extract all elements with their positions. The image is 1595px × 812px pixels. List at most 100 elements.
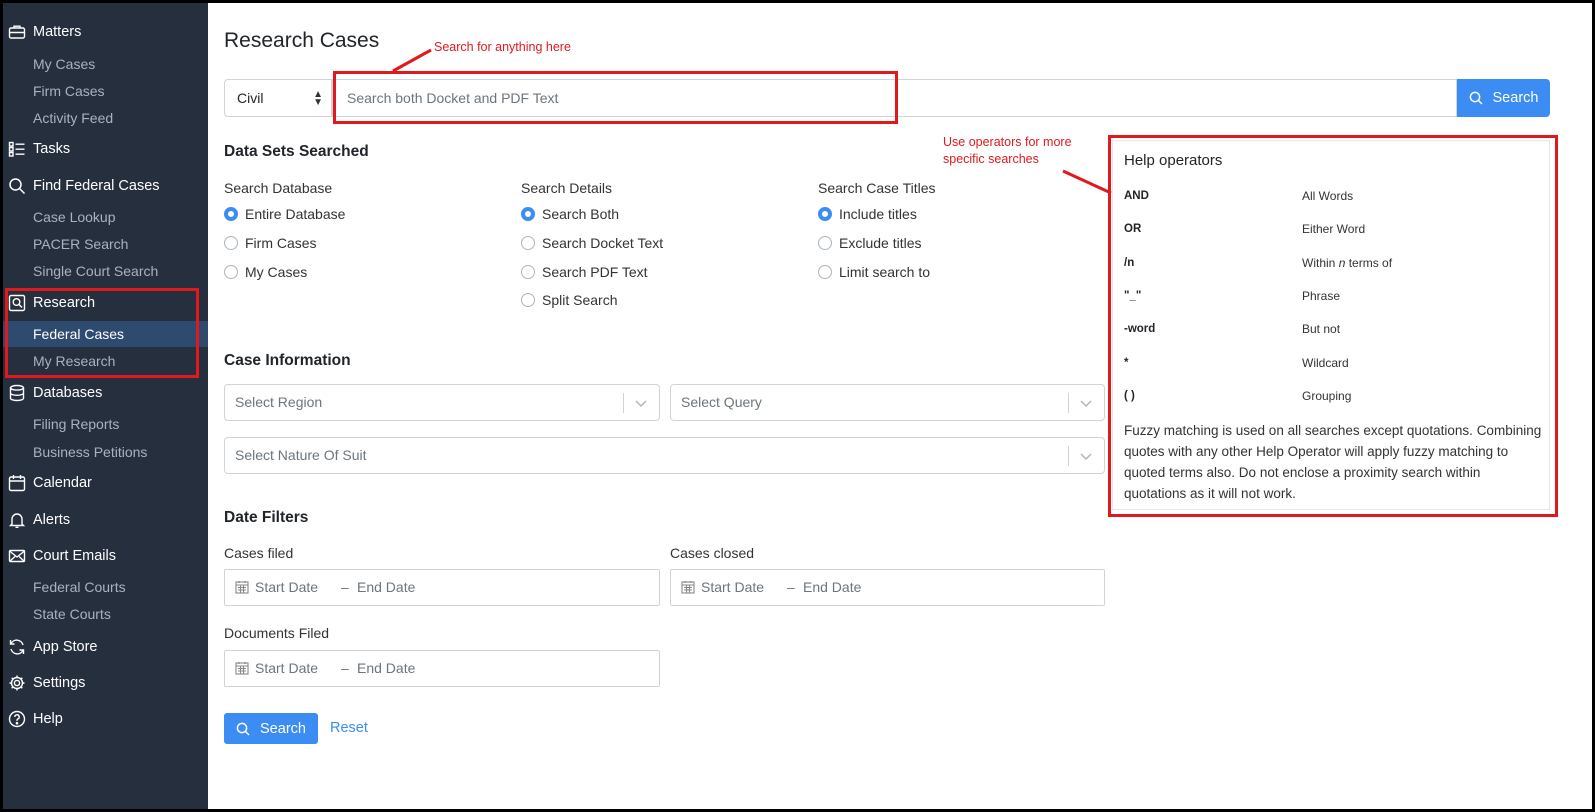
nav-single-court-search[interactable]: Single Court Search xyxy=(3,258,208,284)
cases-closed-label: Cases closed xyxy=(670,545,755,561)
radio-dot-selected xyxy=(521,207,535,221)
nav-databases[interactable]: Databases xyxy=(3,378,208,408)
nav-help[interactable]: Help xyxy=(3,704,208,734)
nav-pacer-search[interactable]: PACER Search xyxy=(3,231,208,257)
nav-tasks[interactable]: Tasks xyxy=(3,134,208,164)
documents-filed-date-range[interactable]: Start Date – End Date xyxy=(224,650,660,687)
nav-activity-feed-label: Activity Feed xyxy=(33,110,114,126)
calendar-icon xyxy=(235,581,249,594)
case-type-value: Civil xyxy=(237,90,264,106)
calendar-icon xyxy=(681,581,695,594)
envelope-icon xyxy=(8,549,26,563)
radio-firm-cases[interactable]: Firm Cases xyxy=(224,235,317,251)
nav-filing-reports[interactable]: Filing Reports xyxy=(3,411,208,437)
submit-search-button[interactable]: Search xyxy=(224,713,318,744)
search-button[interactable]: Search xyxy=(1457,79,1550,117)
radio-dot xyxy=(224,236,238,250)
nav-state-courts[interactable]: State Courts xyxy=(3,601,208,627)
nav-single-court-search-label: Single Court Search xyxy=(33,263,159,279)
research-highlight-box xyxy=(5,288,199,378)
nav-alerts[interactable]: Alerts xyxy=(3,505,208,535)
radio-label: Limit search to xyxy=(839,264,931,280)
nav-find-federal-cases-label: Find Federal Cases xyxy=(33,178,160,194)
nav-help-label: Help xyxy=(33,711,63,727)
select-query-dropdown[interactable]: Select Query xyxy=(670,384,1105,421)
question-circle-icon xyxy=(8,710,26,728)
range-dash: – xyxy=(341,660,349,676)
gear-icon xyxy=(9,675,25,691)
radio-entire-database[interactable]: Entire Database xyxy=(224,206,345,222)
radio-my-cases[interactable]: My Cases xyxy=(224,264,307,280)
nav-matters-label: Matters xyxy=(33,24,82,40)
radio-dot-selected xyxy=(224,207,238,221)
search-details-label: Search Details xyxy=(521,180,613,196)
nav-case-lookup[interactable]: Case Lookup xyxy=(3,204,208,230)
search-icon xyxy=(9,178,26,195)
radio-label: Firm Cases xyxy=(245,235,317,251)
select-nature-of-suit-placeholder: Select Nature Of Suit xyxy=(235,447,367,463)
nav-my-cases[interactable]: My Cases xyxy=(3,51,208,77)
nav-find-federal-cases[interactable]: Find Federal Cases xyxy=(3,171,208,201)
case-type-select[interactable]: Civil ▲ ▼ xyxy=(224,79,332,117)
nav-settings[interactable]: Settings xyxy=(3,668,208,698)
briefcase-icon xyxy=(8,25,26,39)
cases-closed-date-range[interactable]: Start Date – End Date xyxy=(670,569,1105,606)
nav-settings-label: Settings xyxy=(33,675,86,691)
radio-dot xyxy=(521,236,535,250)
bell-icon xyxy=(8,513,26,528)
radio-limit-search-to[interactable]: Limit search to xyxy=(818,264,930,280)
data-sets-heading: Data Sets Searched xyxy=(224,143,369,160)
select-region-placeholder: Select Region xyxy=(235,394,323,410)
task-list-icon xyxy=(8,141,25,157)
nav-calendar[interactable]: Calendar xyxy=(3,468,208,498)
operators-hint-annotation: Use operators for more specific searches xyxy=(943,135,1072,166)
nav-court-emails-label: Court Emails xyxy=(33,548,116,564)
chevron-down-icon xyxy=(1080,400,1092,408)
radio-search-pdf-text[interactable]: Search PDF Text xyxy=(521,264,648,280)
range-dash: – xyxy=(341,579,349,595)
date-filters-heading: Date Filters xyxy=(224,509,309,526)
radio-dot xyxy=(521,293,535,307)
nav-activity-feed[interactable]: Activity Feed xyxy=(3,105,208,131)
nav-firm-cases-label: Firm Cases xyxy=(33,83,105,99)
nav-tasks-label: Tasks xyxy=(33,141,71,157)
range-dash: – xyxy=(787,579,795,595)
nav-business-petitions[interactable]: Business Petitions xyxy=(3,439,208,465)
radio-dot xyxy=(818,265,832,279)
select-query-placeholder: Select Query xyxy=(681,394,762,410)
reset-link[interactable]: Reset xyxy=(330,720,368,736)
page-title: Research Cases xyxy=(224,29,380,52)
nav-firm-cases[interactable]: Firm Cases xyxy=(3,78,208,104)
nav-federal-courts[interactable]: Federal Courts xyxy=(3,574,208,600)
radio-dot xyxy=(818,236,832,250)
nav-databases-label: Databases xyxy=(33,385,103,401)
nav-filing-reports-label: Filing Reports xyxy=(33,416,120,432)
radio-label: Search PDF Text xyxy=(542,264,648,280)
chevron-down-icon xyxy=(635,400,647,408)
search-case-titles-label: Search Case Titles xyxy=(818,180,936,196)
nav-app-store-label: App Store xyxy=(33,639,98,655)
cases-filed-label: Cases filed xyxy=(224,545,294,561)
dropdown-separator xyxy=(1068,393,1069,413)
cases-filed-date-range[interactable]: Start Date – End Date xyxy=(224,569,660,606)
radio-split-search[interactable]: Split Search xyxy=(521,292,617,308)
end-date-placeholder: End Date xyxy=(357,660,416,676)
radio-include-titles[interactable]: Include titles xyxy=(818,206,917,222)
radio-label: Include titles xyxy=(839,206,917,222)
nav-my-cases-label: My Cases xyxy=(33,56,96,72)
radio-search-both[interactable]: Search Both xyxy=(521,206,619,222)
radio-search-docket-text[interactable]: Search Docket Text xyxy=(521,235,663,251)
nav-app-store[interactable]: App Store xyxy=(3,632,208,662)
nav-matters[interactable]: Matters xyxy=(3,17,208,47)
nav-state-courts-label: State Courts xyxy=(33,606,111,622)
select-region-dropdown[interactable]: Select Region xyxy=(224,384,660,421)
nav-court-emails[interactable]: Court Emails xyxy=(3,541,208,571)
radio-dot xyxy=(224,265,238,279)
app-window: Matters My Cases Firm Cases Activity Fee… xyxy=(3,3,1592,809)
search-input-highlight-box xyxy=(333,71,898,124)
radio-exclude-titles[interactable]: Exclude titles xyxy=(818,235,921,251)
radio-label: My Cases xyxy=(245,264,308,280)
select-nature-of-suit-dropdown[interactable]: Select Nature Of Suit xyxy=(224,437,1105,474)
radio-label: Search Both xyxy=(542,206,620,222)
nav-case-lookup-label: Case Lookup xyxy=(33,209,116,225)
